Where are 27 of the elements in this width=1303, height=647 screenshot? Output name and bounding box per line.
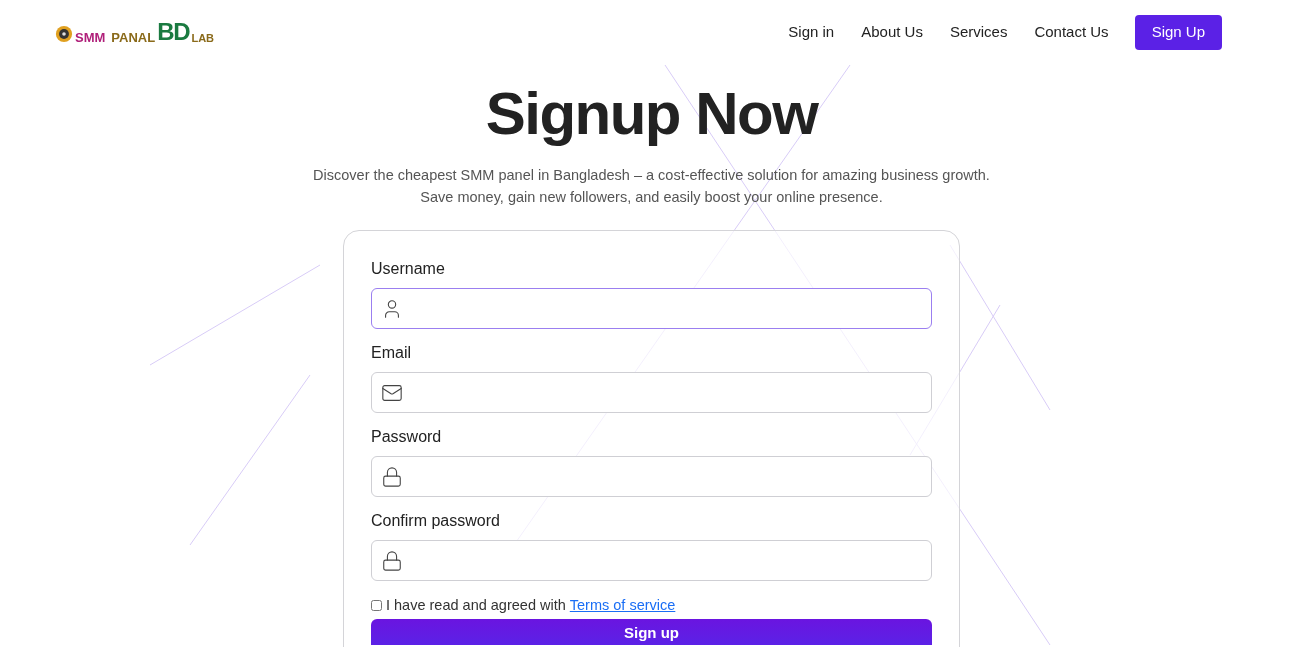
field-label: Email [371, 343, 412, 363]
nav-link[interactable]: About Us [861, 20, 923, 44]
logo-text: LAB [191, 33, 215, 44]
subtitle-text: Discover the cheapest SMM panel in Bangladesh – a cost-effective solution for amazing business growth. [313, 166, 990, 185]
nav-link[interactable]: Sign in [788, 20, 835, 44]
input-field[interactable] [371, 372, 932, 413]
lock-icon [381, 549, 403, 572]
agree-checkbox[interactable] [371, 599, 382, 611]
subtitle-text: Save money, gain new followers, and easily boost your online presence. [420, 188, 883, 207]
nav-link[interactable]: Contact Us [1034, 20, 1109, 44]
nav-link[interactable]: Services [949, 20, 1008, 44]
terms-link[interactable]: Terms of service [569, 597, 676, 613]
logo-text: BD [157, 20, 190, 44]
input-field[interactable] [371, 288, 932, 329]
logo-text: SMM [75, 31, 106, 44]
field-label: Username [371, 259, 446, 279]
input-field[interactable] [371, 540, 932, 581]
agreement-text: I have read and agreed with [386, 597, 566, 613]
signup-submit-button[interactable]: Sign up [371, 619, 932, 645]
input-field[interactable] [371, 456, 932, 497]
logo-text: PANAL [111, 31, 156, 44]
field-label: Confirm password [371, 511, 501, 531]
lock-icon [381, 465, 403, 488]
signup-nav-button[interactable]: Sign Up [1134, 14, 1222, 50]
page-title: Signup Now [485, 84, 818, 144]
field-label: Password [371, 427, 443, 447]
gear-logo-icon [55, 25, 73, 43]
